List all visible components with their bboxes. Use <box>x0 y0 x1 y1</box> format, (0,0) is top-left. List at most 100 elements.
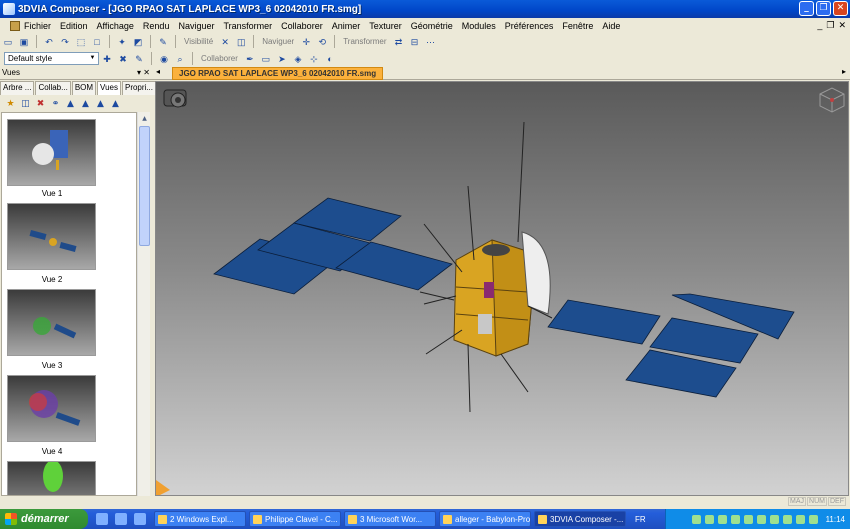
tab-arbre[interactable]: Arbre ... <box>0 81 35 95</box>
tray-icon-7[interactable] <box>769 514 779 524</box>
menu-texturer[interactable]: Texturer <box>369 21 402 31</box>
update-view-icon[interactable]: ◫ <box>20 98 31 109</box>
tray-icon-5[interactable] <box>743 514 753 524</box>
menu-preferences[interactable]: Préférences <box>505 21 554 31</box>
quicklaunch-ie-icon[interactable] <box>96 513 108 525</box>
maximize-button[interactable]: ❐ <box>816 1 831 16</box>
view-thumbnail-5[interactable] <box>7 460 96 495</box>
tab-next-icon[interactable]: ▸ <box>842 67 846 76</box>
menu-animer[interactable]: Animer <box>332 21 361 31</box>
language-indicator[interactable]: FR <box>635 515 646 524</box>
title-bar: 3DVIA Composer - [JGO RPAO SAT LAPLACE W… <box>0 0 850 18</box>
zoom-icon[interactable]: ⌕ <box>174 53 186 65</box>
menu-affichage[interactable]: Affichage <box>97 21 134 31</box>
scroll-up-icon[interactable]: ▲ <box>139 113 150 124</box>
view-option2-icon[interactable]: ▲ <box>80 98 91 109</box>
tab-bom[interactable]: BOM <box>71 81 97 95</box>
task-babylon[interactable]: alleger - Babylon-Pro <box>439 511 531 527</box>
marker-icon[interactable]: ◈ <box>292 53 304 65</box>
more-icon[interactable]: ⋯ <box>424 36 436 48</box>
task-firefox[interactable]: Philippe Clavel - C... <box>249 511 341 527</box>
view-thumbnail-4[interactable] <box>7 375 96 442</box>
tab-prev-icon[interactable]: ◂ <box>156 67 160 76</box>
measure-icon[interactable]: ⊹ <box>308 53 320 65</box>
panel-controls[interactable]: ▾ ✕ <box>137 67 150 79</box>
view-thumbnail-2[interactable] <box>7 203 96 270</box>
tray-icon-3[interactable] <box>717 514 727 524</box>
annotation-icon[interactable]: ▭ <box>260 53 272 65</box>
mdi-restore-button[interactable]: ❐ <box>826 20 834 31</box>
menu-collaborer[interactable]: Collaborer <box>281 21 323 31</box>
view-thumbnail-1[interactable] <box>7 119 96 186</box>
navigate-move-icon[interactable]: ✛ <box>300 36 312 48</box>
align-icon[interactable]: ⊟ <box>408 36 420 48</box>
satellite-body <box>453 231 551 357</box>
menu-transformer[interactable]: Transformer <box>223 21 272 31</box>
view-option1-icon[interactable]: ▲ <box>65 98 76 109</box>
tray-icon-10[interactable] <box>808 514 818 524</box>
lights-icon[interactable]: ✦ <box>116 36 128 48</box>
scrollbar-thumb[interactable] <box>139 126 150 246</box>
tray-icon-6[interactable] <box>756 514 766 524</box>
render-mode-icon[interactable]: □ <box>91 36 103 48</box>
tray-icon-9[interactable] <box>795 514 805 524</box>
tray-icon-4[interactable] <box>730 514 740 524</box>
quicklaunch-desktop-icon[interactable] <box>115 513 127 525</box>
tab-vues[interactable]: Vues <box>97 81 121 95</box>
quicklaunch-media-icon[interactable] <box>134 513 146 525</box>
hide-icon[interactable]: ✕ <box>219 36 231 48</box>
link-view-icon[interactable]: ⚭ <box>50 98 61 109</box>
menu-fenetre[interactable]: Fenêtre <box>562 21 593 31</box>
close-button[interactable]: ✕ <box>833 1 848 16</box>
save-icon[interactable]: ▣ <box>18 36 30 48</box>
tab-collaboration[interactable]: Collab... <box>35 81 71 95</box>
mdi-minimize-button[interactable]: _ <box>817 20 822 31</box>
chart-icon[interactable]: ◩ <box>132 36 144 48</box>
open-icon[interactable]: ▭ <box>2 36 14 48</box>
delete-view-icon[interactable]: ✖ <box>35 98 46 109</box>
transform-icon[interactable]: ⇄ <box>392 36 404 48</box>
navigate-orbit-icon[interactable]: ⟲ <box>316 36 328 48</box>
tab-proprietes[interactable]: Propri... <box>121 81 156 95</box>
camera-icon[interactable]: ◉ <box>158 53 170 65</box>
menu-edition[interactable]: Edition <box>60 21 88 31</box>
menu-naviguer[interactable]: Naviguer <box>178 21 214 31</box>
arrow-icon[interactable]: ➤ <box>276 53 288 65</box>
document-tab[interactable]: JGO RPAO SAT LAPLACE WP3_6 02042010 FR.s… <box>172 67 384 80</box>
task-3dvia[interactable]: 3DVIA Composer -... <box>534 511 626 527</box>
tray-icon-1[interactable] <box>691 514 701 524</box>
style-edit-icon[interactable]: ✎ <box>133 53 145 65</box>
new-style-icon[interactable]: ✚ <box>101 53 113 65</box>
start-button[interactable]: démarrer <box>0 509 88 529</box>
views-list: Vue 1 Vue 2 Vue 3 Vue 4 <box>1 112 137 496</box>
menu-geometrie[interactable]: Géométrie <box>411 21 453 31</box>
minimize-button[interactable]: _ <box>799 1 814 16</box>
view-option4-icon[interactable]: ▲ <box>110 98 121 109</box>
task-explorer[interactable]: 2 Windows Expl... <box>154 511 246 527</box>
tray-icon-8[interactable] <box>782 514 792 524</box>
menu-rendu[interactable]: Rendu <box>143 21 170 31</box>
pen-icon[interactable]: ✒ <box>244 53 256 65</box>
views-scrollbar[interactable]: ▲ <box>137 112 150 496</box>
view-option3-icon[interactable]: ▲ <box>95 98 106 109</box>
highlight-icon[interactable]: ✎ <box>157 36 169 48</box>
mdi-close-button[interactable]: ✕ <box>838 20 846 31</box>
3d-viewport[interactable] <box>155 81 849 496</box>
sound-icon[interactable]: ◐ <box>324 53 336 65</box>
style-select[interactable]: Default style ▼ <box>4 52 99 65</box>
menu-modules[interactable]: Modules <box>462 21 496 31</box>
document-icon[interactable] <box>10 20 20 31</box>
tray-icon-2[interactable] <box>704 514 714 524</box>
view-thumbnail-3[interactable] <box>7 289 96 356</box>
num-indicator: NUM <box>807 497 827 506</box>
select-icon[interactable]: ⬚ <box>75 36 87 48</box>
menu-aide[interactable]: Aide <box>602 21 620 31</box>
menu-fichier[interactable]: Fichier <box>24 21 51 31</box>
clock[interactable]: 11:14 <box>826 515 845 524</box>
new-view-icon[interactable]: ★ <box>5 98 16 109</box>
redo-icon[interactable]: ↷ <box>59 36 71 48</box>
show-icon[interactable]: ◫ <box>235 36 247 48</box>
undo-icon[interactable]: ↶ <box>43 36 55 48</box>
delete-style-icon[interactable]: ✖ <box>117 53 129 65</box>
task-word[interactable]: 3 Microsoft Wor... <box>344 511 436 527</box>
